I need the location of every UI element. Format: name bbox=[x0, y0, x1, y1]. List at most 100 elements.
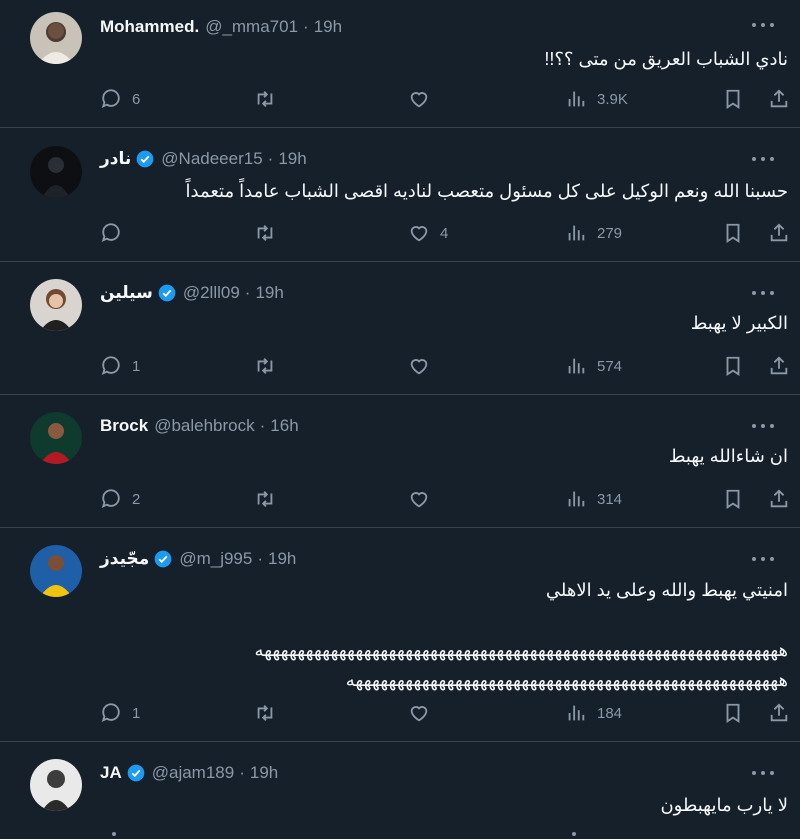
retweet-button[interactable] bbox=[254, 86, 286, 112]
separator: · bbox=[244, 283, 251, 302]
tweet[interactable]: سيلين @2lll09 · 19h الكبير لا يهبط 1 574 bbox=[0, 262, 800, 395]
avatar[interactable] bbox=[30, 545, 82, 597]
tweet-text: لا يارب مايهبطون bbox=[660, 795, 788, 815]
action-bar-peek bbox=[572, 832, 576, 836]
avatar[interactable] bbox=[30, 759, 82, 811]
reply-button[interactable] bbox=[100, 220, 132, 246]
action-bar: 6 3.9K bbox=[100, 86, 790, 112]
display-name[interactable]: Brock bbox=[100, 416, 148, 436]
share-button[interactable] bbox=[768, 353, 790, 379]
views-icon bbox=[568, 91, 585, 107]
timestamp[interactable]: 16h bbox=[270, 416, 298, 436]
like-button[interactable] bbox=[408, 700, 440, 726]
bookmark-button[interactable] bbox=[722, 86, 744, 112]
like-button[interactable] bbox=[408, 486, 440, 512]
share-button[interactable] bbox=[768, 486, 790, 512]
heart-icon bbox=[410, 492, 428, 508]
views-button[interactable]: 279 bbox=[565, 220, 622, 246]
bookmark-button[interactable] bbox=[722, 353, 744, 379]
timestamp[interactable]: 19h bbox=[255, 283, 283, 303]
bookmark-button[interactable] bbox=[722, 700, 744, 726]
timestamp[interactable]: 19h bbox=[314, 17, 342, 37]
tweet[interactable]: Mohammed. @_mma701 · 19h نادي الشباب الع… bbox=[0, 0, 800, 128]
bookmark-button[interactable] bbox=[722, 220, 744, 246]
avatar[interactable] bbox=[30, 412, 82, 464]
like-button[interactable]: 4 bbox=[408, 220, 448, 246]
action-bar-peek bbox=[112, 832, 116, 836]
bookmark-button[interactable] bbox=[722, 486, 744, 512]
share-button[interactable] bbox=[768, 220, 790, 246]
retweet-icon bbox=[257, 491, 273, 507]
views-button[interactable]: 3.9K bbox=[565, 86, 628, 112]
action-bar: 1 184 bbox=[100, 700, 790, 726]
user-handle[interactable]: @ajam189 bbox=[152, 763, 234, 783]
display-name[interactable]: مجّيدز bbox=[100, 549, 149, 569]
timestamp[interactable]: 19h bbox=[278, 149, 306, 169]
retweet-button[interactable] bbox=[254, 486, 286, 512]
retweet-button[interactable] bbox=[254, 220, 286, 246]
tweet[interactable]: نادر @Nadeeer15 · 19h حسبنا الله ونعم ال… bbox=[0, 128, 800, 262]
tweet-header: Mohammed. @_mma701 · 19h bbox=[100, 16, 342, 38]
like-button[interactable] bbox=[408, 353, 440, 379]
view-count: 184 bbox=[597, 704, 623, 722]
avatar[interactable] bbox=[30, 12, 82, 64]
reply-icon bbox=[101, 89, 120, 109]
share-icon bbox=[770, 89, 788, 108]
user-handle[interactable]: @m_j995 bbox=[179, 549, 252, 569]
timestamp[interactable]: 19h bbox=[250, 763, 278, 783]
bookmark-icon bbox=[726, 489, 740, 509]
reply-count: 6 bbox=[132, 90, 141, 108]
verified-badge-icon bbox=[158, 284, 176, 302]
share-button[interactable] bbox=[768, 700, 790, 726]
bookmark-icon bbox=[726, 703, 740, 723]
like-button[interactable] bbox=[408, 86, 440, 112]
reply-count: 2 bbox=[132, 490, 141, 508]
separator: · bbox=[267, 149, 274, 168]
views-button[interactable]: 184 bbox=[565, 700, 622, 726]
more-icon[interactable] bbox=[752, 286, 774, 300]
user-handle[interactable]: @2lll09 bbox=[183, 283, 240, 303]
tweet-text: حسبنا الله ونعم الوكيل على كل مسئول متعص… bbox=[185, 181, 789, 201]
user-handle[interactable]: @balehbrock bbox=[154, 416, 254, 436]
tweet-header: سيلين @2lll09 · 19h bbox=[100, 282, 284, 304]
retweet-button[interactable] bbox=[254, 700, 286, 726]
more-icon[interactable] bbox=[752, 18, 774, 32]
bookmark-icon bbox=[726, 223, 740, 243]
display-name[interactable]: نادر bbox=[100, 149, 131, 169]
views-icon bbox=[568, 491, 585, 507]
views-button[interactable]: 574 bbox=[565, 353, 622, 379]
tweet-text: امنيتي يهبط والله وعلى يد الاهلي ههههههه… bbox=[254, 580, 788, 690]
heart-icon bbox=[410, 92, 428, 108]
tweet[interactable]: Brock @balehbrock · 16h ان شاءالله يهبط … bbox=[0, 395, 800, 528]
display-name[interactable]: Mohammed. bbox=[100, 17, 199, 37]
avatar[interactable] bbox=[30, 146, 82, 198]
reply-button[interactable]: 6 bbox=[100, 86, 140, 112]
views-icon bbox=[568, 225, 585, 241]
display-name[interactable]: سيلين bbox=[100, 283, 153, 303]
action-bar: 2 314 bbox=[100, 486, 790, 512]
reply-icon bbox=[101, 489, 120, 509]
tweet[interactable]: JA @ajam189 · 19h لا يارب مايهبطون bbox=[0, 742, 800, 839]
retweet-icon bbox=[257, 358, 273, 374]
reply-button[interactable]: 1 bbox=[100, 700, 140, 726]
tweet[interactable]: مجّيدز @m_j995 · 19h امنيتي يهبط والله و… bbox=[0, 528, 800, 742]
retweet-button[interactable] bbox=[254, 353, 286, 379]
heart-icon bbox=[410, 359, 428, 375]
views-button[interactable]: 314 bbox=[565, 486, 622, 512]
more-icon[interactable] bbox=[752, 419, 774, 433]
avatar[interactable] bbox=[30, 279, 82, 331]
user-handle[interactable]: @_mma701 bbox=[205, 17, 298, 37]
reply-count: 1 bbox=[132, 704, 141, 722]
separator: · bbox=[303, 17, 309, 36]
verified-badge-icon bbox=[127, 764, 145, 782]
reply-button[interactable]: 2 bbox=[100, 486, 140, 512]
reply-button[interactable]: 1 bbox=[100, 353, 140, 379]
more-icon[interactable] bbox=[752, 766, 774, 780]
timestamp[interactable]: 19h bbox=[268, 549, 296, 569]
share-button[interactable] bbox=[768, 86, 790, 112]
view-count: 314 bbox=[597, 490, 623, 508]
more-icon[interactable] bbox=[752, 152, 774, 166]
user-handle[interactable]: @Nadeeer15 bbox=[161, 149, 262, 169]
display-name[interactable]: JA bbox=[100, 763, 122, 783]
more-icon[interactable] bbox=[752, 552, 774, 566]
